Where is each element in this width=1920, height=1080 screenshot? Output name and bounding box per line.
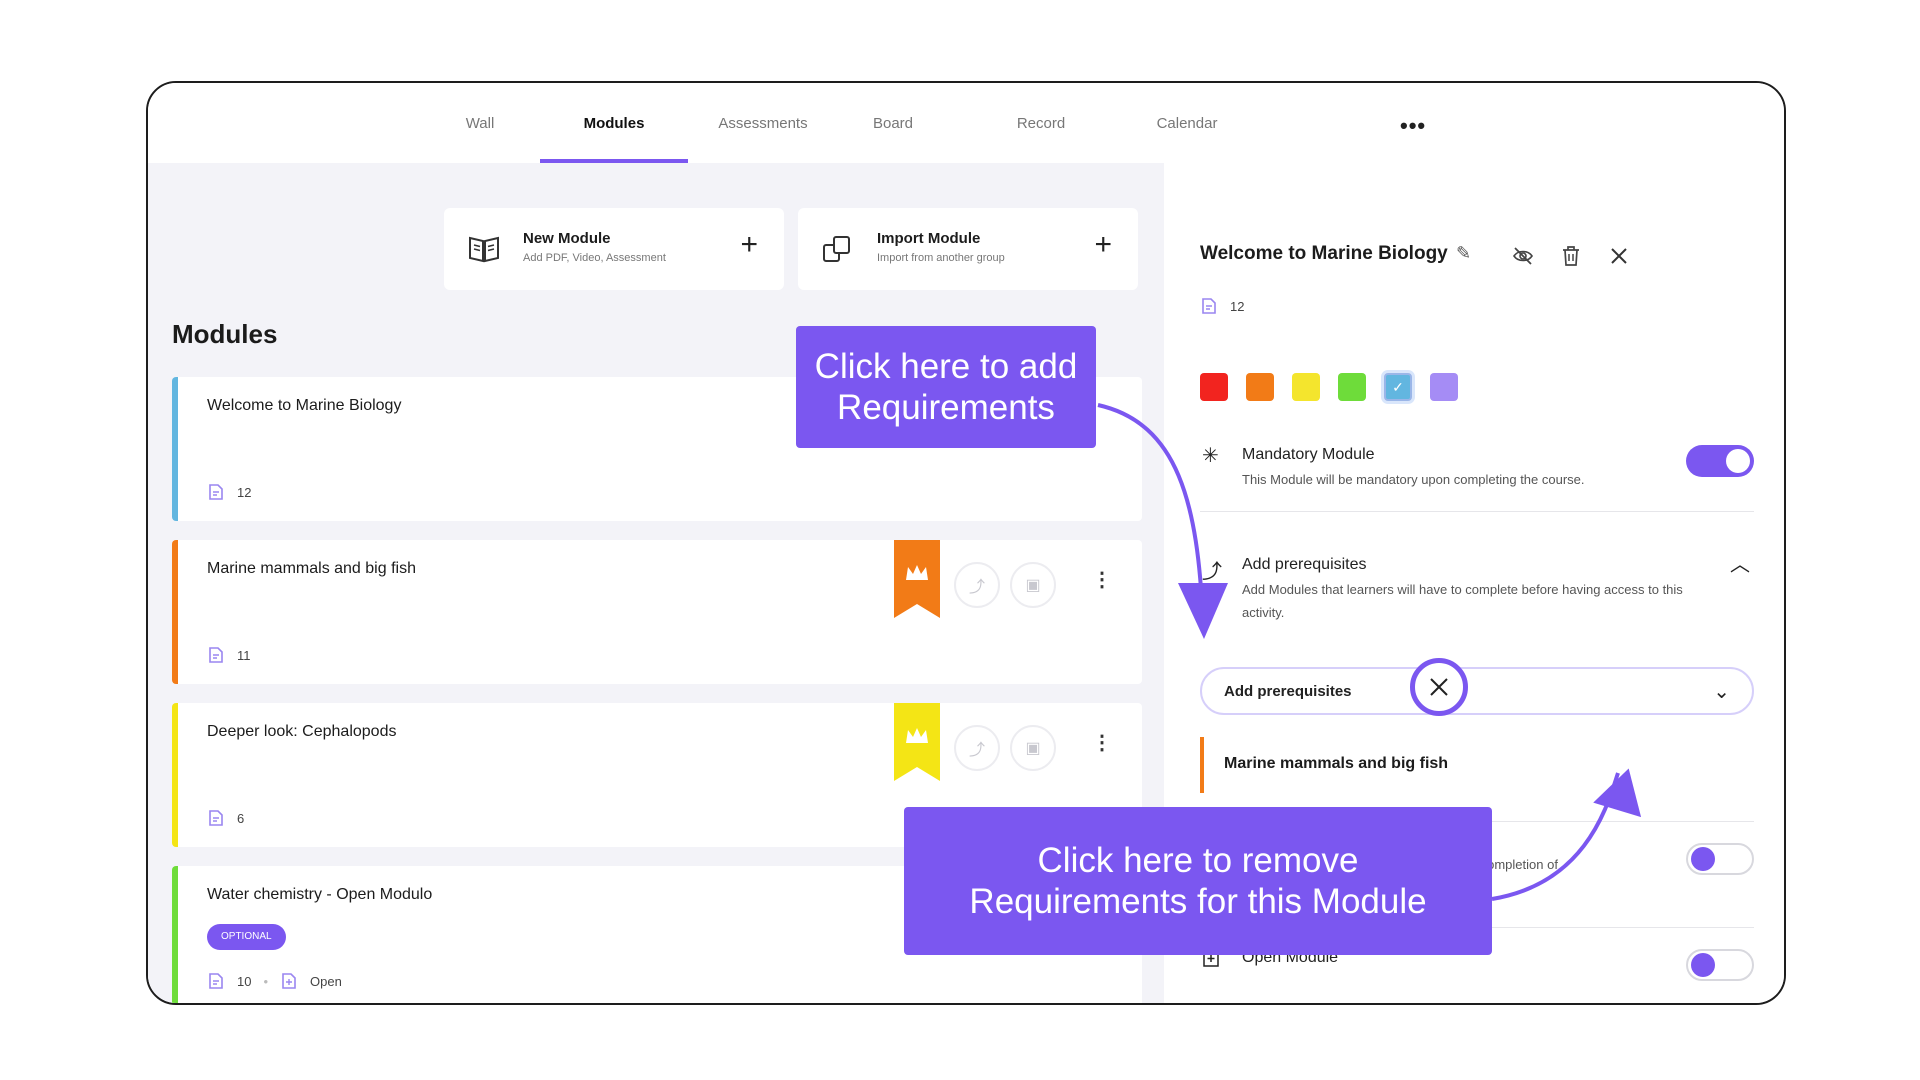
content-icon — [209, 810, 223, 826]
open-file-icon — [282, 973, 296, 989]
select-label: Add prerequisites — [1224, 683, 1352, 700]
callout-add-requirements: Click here to add Requirements — [796, 326, 1096, 448]
close-icon[interactable] — [1606, 243, 1632, 269]
import-icon — [823, 236, 850, 262]
plus-icon: + — [740, 228, 758, 261]
detail-count: 12 — [1200, 297, 1244, 315]
mandatory-title: Mandatory Module — [1242, 446, 1375, 463]
top-nav: Wall Modules Assessments Board Record Ca… — [148, 83, 1784, 163]
app-window: Wall Modules Assessments Board Record Ca… — [146, 81, 1786, 1005]
color-swatch-green[interactable] — [1338, 373, 1366, 401]
prereq-item-label: Marine mammals and big fish — [1224, 755, 1449, 772]
mandatory-toggle[interactable] — [1686, 445, 1754, 477]
remove-prerequisite-button[interactable] — [1410, 658, 1468, 716]
chevron-up-icon[interactable]: ︿ — [1730, 548, 1750, 577]
module-count: 12 — [207, 483, 251, 501]
open-module-toggle[interactable] — [1686, 949, 1754, 981]
module-count-value: 10 — [237, 973, 252, 989]
kebab-menu-icon[interactable]: ⋮ — [1092, 570, 1112, 590]
content-icon — [209, 484, 223, 500]
module-title: Marine mammals and big fish — [207, 560, 416, 577]
kebab-menu-icon[interactable]: ⋮ — [1092, 733, 1112, 753]
module-color-bar — [172, 540, 178, 684]
module-color-bar — [172, 703, 178, 847]
tab-assessments[interactable]: Assessments — [698, 115, 828, 163]
pencil-icon[interactable]: ✎ — [1456, 243, 1471, 264]
crown-bookmark-icon — [894, 703, 940, 781]
module-title: Welcome to Marine Biology — [207, 397, 402, 414]
prerequisite-icon[interactable]: ⤴ — [954, 725, 1000, 771]
module-title: Deeper look: Cephalopods — [207, 723, 397, 740]
content-icon — [1202, 298, 1216, 314]
add-prerequisites-select[interactable]: Add prerequisites ⌄ — [1200, 667, 1754, 715]
crown-bookmark-icon — [894, 540, 940, 618]
setting-toggle[interactable] — [1686, 843, 1754, 875]
asterisk-icon: ✳ — [1202, 445, 1219, 467]
open-label: Open — [310, 973, 342, 989]
tab-record[interactable]: Record — [986, 115, 1096, 163]
module-card[interactable]: Marine mammals and big fish ⤴ ▣ ⋮ 11 — [172, 540, 1142, 684]
trash-icon[interactable] — [1558, 243, 1584, 269]
prerequisite-item: Marine mammals and big fish — [1200, 737, 1754, 793]
prereq-color-bar — [1200, 737, 1204, 793]
divider — [1200, 511, 1754, 512]
calendar-icon[interactable]: ▣ — [1010, 725, 1056, 771]
color-swatch-yellow[interactable] — [1292, 373, 1320, 401]
separator-dot: • — [263, 973, 269, 989]
prereq-title: Add prerequisites — [1242, 556, 1367, 573]
color-swatch-blue-selected[interactable]: ✓ — [1384, 373, 1412, 401]
module-color-bar — [172, 866, 178, 1003]
content-icon — [209, 973, 223, 989]
chevron-down-icon: ⌄ — [1713, 681, 1730, 703]
detail-count-value: 12 — [1230, 298, 1245, 314]
tab-calendar[interactable]: Calendar — [1132, 115, 1242, 163]
close-icon — [1430, 678, 1448, 696]
module-color-bar — [172, 377, 178, 521]
optional-badge: OPTIONAL — [207, 924, 286, 950]
new-module-subtitle: Add PDF, Video, Assessment — [523, 252, 666, 264]
hide-icon[interactable] — [1510, 243, 1536, 269]
import-module-subtitle: Import from another group — [877, 252, 1005, 264]
module-count: 11 — [207, 646, 251, 664]
new-module-button[interactable]: New Module Add PDF, Video, Assessment + — [444, 208, 784, 290]
mandatory-desc: This Module will be mandatory upon compl… — [1242, 472, 1585, 487]
plus-icon: + — [1094, 228, 1112, 261]
module-count: 10 • Open — [207, 972, 342, 990]
more-menu-icon[interactable]: ••• — [1400, 113, 1426, 139]
tab-modules[interactable]: Modules — [540, 115, 688, 163]
color-swatch-purple[interactable] — [1430, 373, 1458, 401]
prerequisite-icon: ⤴ — [1202, 561, 1222, 583]
color-swatch-orange[interactable] — [1246, 373, 1274, 401]
content-icon — [209, 647, 223, 663]
import-module-button[interactable]: Import Module Import from another group … — [798, 208, 1138, 290]
callout-remove-requirements: Click here to remove Requirements for th… — [904, 807, 1492, 955]
callout-add-text: Click here to add Requirements — [814, 347, 1078, 427]
tab-wall[interactable]: Wall — [430, 115, 530, 163]
module-count-value: 12 — [237, 484, 252, 500]
new-module-title: New Module — [523, 230, 611, 247]
module-count-value: 11 — [237, 647, 251, 663]
calendar-icon[interactable]: ▣ — [1010, 562, 1056, 608]
detail-title: Welcome to Marine Biology — [1200, 243, 1448, 264]
page-title: Modules — [172, 319, 278, 349]
module-count-value: 6 — [237, 810, 245, 826]
module-title: Water chemistry - Open Modulo — [207, 886, 433, 903]
book-icon — [469, 236, 499, 263]
module-count: 6 — [207, 809, 244, 827]
tab-board[interactable]: Board — [838, 115, 948, 163]
import-module-title: Import Module — [877, 230, 981, 247]
color-swatch-red[interactable] — [1200, 373, 1228, 401]
prereq-desc: Add Modules that learners will have to c… — [1242, 582, 1683, 620]
prerequisite-icon[interactable]: ⤴ — [954, 562, 1000, 608]
callout-remove-text: Click here to remove Requirements for th… — [969, 841, 1427, 921]
